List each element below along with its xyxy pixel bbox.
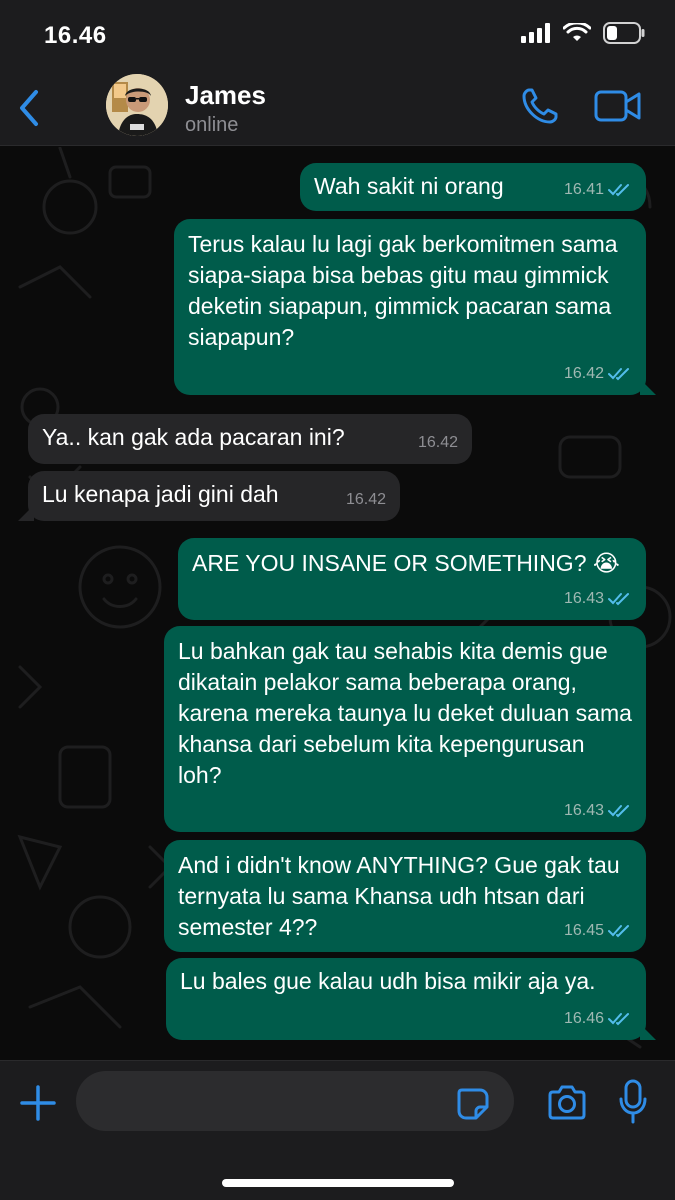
message-text: Lu kenapa jadi gini dah <box>42 481 279 507</box>
double-check-icon <box>608 592 629 605</box>
bubble-tail <box>640 379 656 395</box>
message-meta: 16.42 <box>418 427 458 458</box>
message-time: 16.42 <box>345 491 386 508</box>
status-time: 16.46 <box>44 22 107 49</box>
message-text: Lu bales gue kalau udh bisa mikir aja ya… <box>180 968 596 994</box>
message-time: 16.41 <box>563 181 604 198</box>
message-outgoing[interactable]: Lu bahkan gak tau sehabis kita demis gue… <box>164 626 646 832</box>
message-outgoing[interactable]: Terus kalau lu lagi gak berkomitmen sama… <box>174 219 656 395</box>
message-incoming[interactable]: Lu kenapa jadi gini dah 16.42 <box>18 471 400 521</box>
double-check-icon <box>608 924 629 937</box>
message-text: And i didn't know ANYTHING? Gue gak tau … <box>178 852 620 940</box>
message-outgoing[interactable]: And i didn't know ANYTHING? Gue gak tau … <box>164 840 646 952</box>
message-meta: 16.42 <box>346 484 386 515</box>
message-text: ARE YOU INSANE OR SOMETHING? 😭 <box>192 550 620 576</box>
microphone-icon[interactable] <box>618 1079 648 1125</box>
double-check-icon <box>608 367 629 380</box>
double-check-icon <box>608 804 629 817</box>
avatar-image <box>106 74 168 136</box>
message-time: 16.42 <box>563 365 604 382</box>
message-meta: 16.42 <box>564 358 632 389</box>
message-time: 16.42 <box>417 434 458 451</box>
double-check-icon <box>608 1012 629 1025</box>
message-text: Ya.. kan gak ada pacaran ini? <box>42 424 345 450</box>
composer-bar <box>0 1060 675 1200</box>
wifi-icon <box>563 23 591 41</box>
home-indicator[interactable] <box>222 1179 454 1187</box>
message-meta: 16.43 <box>564 795 632 826</box>
message-input[interactable] <box>76 1071 514 1131</box>
double-check-icon <box>608 183 629 196</box>
message-incoming[interactable]: Ya.. kan gak ada pacaran ini? 16.42 <box>28 414 472 464</box>
chevron-left-icon[interactable] <box>14 88 46 128</box>
bubble-tail <box>18 505 34 521</box>
bubble-tail <box>640 1024 656 1040</box>
message-outgoing[interactable]: ARE YOU INSANE OR SOMETHING? 😭 16.43 <box>178 538 646 620</box>
status-icons <box>521 22 645 44</box>
message-text: Wah sakit ni orang <box>314 173 504 199</box>
cellular-signal-icon <box>521 23 550 43</box>
message-text: Terus kalau lu lagi gak berkomitmen sama… <box>188 231 618 350</box>
message-meta: 16.46 <box>564 1003 632 1034</box>
message-outgoing[interactable]: Wah sakit ni orang 16.41 <box>300 163 646 211</box>
contact-status: online <box>185 114 239 136</box>
message-meta: 16.45 <box>564 915 632 946</box>
status-bar: 16.46 <box>0 0 675 70</box>
plus-icon[interactable] <box>18 1083 58 1123</box>
sticker-icon[interactable] <box>456 1087 490 1121</box>
message-time: 16.43 <box>563 802 604 819</box>
message-meta: 16.41 <box>564 174 632 205</box>
phone-icon[interactable] <box>520 86 560 126</box>
message-time: 16.45 <box>563 922 604 939</box>
message-time: 16.43 <box>563 590 604 607</box>
message-text: Lu bahkan gak tau sehabis kita demis gue… <box>178 638 632 788</box>
message-meta: 16.43 <box>564 583 632 614</box>
chat-header: James online <box>0 70 675 146</box>
video-camera-icon[interactable] <box>594 88 642 124</box>
message-outgoing[interactable]: Lu bales gue kalau udh bisa mikir aja ya… <box>166 958 656 1040</box>
avatar[interactable] <box>106 74 168 136</box>
camera-icon[interactable] <box>546 1085 588 1121</box>
message-time: 16.46 <box>563 1010 604 1027</box>
battery-icon <box>603 22 645 44</box>
contact-name[interactable]: James <box>185 80 266 111</box>
chat-area[interactable]: Wah sakit ni orang 16.41 Terus kalau lu … <box>0 147 675 1060</box>
